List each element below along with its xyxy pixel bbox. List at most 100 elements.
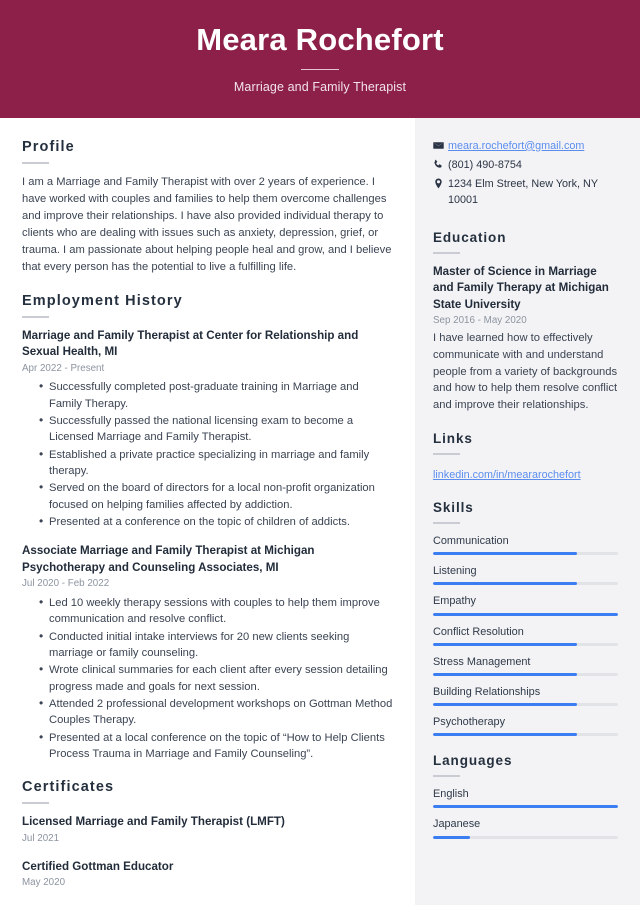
language-label: Japanese [433, 818, 481, 831]
skill-label: Empathy [433, 595, 476, 608]
employment-bullet-list: Successfully completed post-graduate tra… [22, 378, 393, 531]
skill-level-fill [433, 552, 578, 556]
skill-level-track [433, 642, 618, 646]
main-column: Profile I am a Marriage and Family Thera… [0, 117, 415, 905]
skills-heading-divider [433, 522, 460, 524]
certificate-entry: Certified Gottman Educator May 2020 [22, 859, 393, 890]
skill-level-fill [433, 642, 578, 646]
contact-phone-text: (801) 490-8754 [448, 158, 522, 171]
list-item: Wrote clinical summaries for each client… [39, 661, 393, 695]
contact-address-row: 1234 Elm Street, New York, NY 10001 [433, 177, 618, 208]
skill-level-track [433, 582, 618, 586]
certificate-date: Jul 2021 [22, 832, 60, 844]
skill-level-fill [433, 612, 618, 616]
skill-label: Listening [433, 565, 477, 578]
language-level-track [433, 835, 618, 839]
employment-job-title: Marriage and Family Therapist at Center … [22, 328, 359, 359]
envelope-icon [433, 140, 448, 151]
resume-document: Meara Rochefort Marriage and Family Ther… [0, 0, 640, 905]
education-heading: Education [433, 229, 507, 245]
list-item: Successfully completed post-graduate tra… [39, 378, 393, 412]
skill-level-track [433, 672, 618, 676]
phone-icon [433, 159, 448, 170]
section-education: Education Master of Science in Marriage … [433, 230, 618, 414]
skill-level-fill [433, 582, 578, 586]
language-label: English [433, 788, 469, 801]
education-degree-title: Master of Science in Marriage and Family… [433, 264, 609, 311]
section-languages: Languages English Japanese [433, 753, 618, 839]
certificate-title: Licensed Marriage and Family Therapist (… [22, 815, 285, 829]
skill-item: Psychotherapy [433, 715, 618, 737]
skill-label: Psychotherapy [433, 716, 506, 729]
resume-header: Meara Rochefort Marriage and Family Ther… [0, 0, 640, 118]
contact-block: meara.rochefort@gmail.com (801) 490-8754… [433, 139, 618, 208]
skills-heading: Skills [433, 500, 474, 515]
email-link[interactable]: meara.rochefort@gmail.com [448, 140, 584, 152]
employment-bullet-list: Led 10 weekly therapy sessions with coup… [22, 594, 393, 762]
skill-label: Conflict Resolution [433, 625, 524, 638]
skill-item: Stress Management [433, 655, 618, 676]
list-item: Established a private practice specializ… [39, 446, 393, 480]
sidebar-column: meara.rochefort@gmail.com (801) 490-8754… [415, 117, 640, 905]
candidate-job-title: Marriage and Family Therapist [233, 79, 407, 94]
employment-heading: Employment History [22, 292, 183, 309]
skill-item: Listening [433, 564, 618, 586]
certificates-heading: Certificates [22, 779, 115, 796]
links-heading-divider [433, 453, 460, 455]
employment-entry: Marriage and Family Therapist at Center … [22, 328, 393, 531]
skill-item: Communication [433, 534, 618, 556]
skill-label: Building Relationships [433, 685, 541, 698]
profile-heading-divider [22, 161, 49, 164]
skill-label: Stress Management [433, 655, 531, 668]
profile-text: I am a Marriage and Family Therapist wit… [22, 175, 392, 273]
list-item: Successfully passed the national licensi… [39, 412, 393, 446]
skill-level-track [433, 612, 618, 616]
section-links: Links linkedin.com/in/meararochefort [433, 431, 618, 483]
skill-item: Building Relationships [433, 685, 618, 707]
skill-level-track [433, 703, 618, 707]
link-list: linkedin.com/in/meararochefort [433, 465, 618, 483]
employment-job-title: Associate Marriage and Family Therapist … [22, 544, 315, 574]
language-item: English [433, 787, 618, 809]
links-heading: Links [433, 431, 473, 446]
education-description: I have learned how to effectively commun… [433, 332, 618, 412]
employment-job-date: Jul 2020 - Feb 2022 [22, 578, 110, 590]
skill-label: Communication [433, 535, 509, 547]
header-divider [301, 68, 339, 70]
list-item: Served on the board of directors for a l… [39, 479, 393, 513]
languages-heading: Languages [433, 753, 513, 769]
section-profile: Profile I am a Marriage and Family Thera… [22, 139, 393, 276]
skill-level-fill [433, 733, 578, 737]
skill-level-fill [433, 672, 578, 676]
list-item: Presented at a conference on the topic o… [39, 513, 393, 531]
language-level-track [433, 805, 618, 809]
certificate-date: May 2020 [22, 877, 66, 889]
list-item: Conducted initial intake interviews for … [39, 628, 393, 662]
languages-heading-divider [433, 775, 460, 778]
list-item: Attended 2 professional development work… [39, 695, 393, 729]
employment-heading-divider [22, 315, 49, 318]
language-level-fill [433, 835, 470, 839]
language-item: Japanese [433, 817, 618, 839]
linkedin-link[interactable]: linkedin.com/in/meararochefort [433, 469, 581, 481]
resume-body: Profile I am a Marriage and Family Thera… [0, 117, 640, 905]
education-heading-divider [433, 251, 460, 254]
section-certificates: Certificates Licensed Marriage and Famil… [22, 779, 393, 889]
contact-phone-row: (801) 490-8754 [433, 158, 618, 173]
contact-address-text: 1234 Elm Street, New York, NY 10001 [448, 178, 598, 206]
education-entry: Master of Science in Marriage and Family… [433, 264, 618, 414]
skill-level-track [433, 552, 618, 556]
certificate-title: Certified Gottman Educator [22, 859, 174, 873]
certificate-entry: Licensed Marriage and Family Therapist (… [22, 814, 393, 845]
candidate-name: Meara Rochefort [196, 22, 444, 57]
contact-email-text: meara.rochefort@gmail.com [448, 139, 618, 154]
skill-level-track [433, 733, 618, 737]
skill-item: Empathy [433, 594, 618, 616]
section-skills: Skills Communication Listening Empathy C… [433, 500, 618, 737]
skill-level-fill [433, 703, 578, 707]
list-item: Led 10 weekly therapy sessions with coup… [39, 594, 393, 628]
profile-heading: Profile [22, 138, 75, 155]
contact-email-row[interactable]: meara.rochefort@gmail.com [433, 139, 618, 154]
section-employment-history: Employment History Marriage and Family T… [22, 293, 393, 763]
location-pin-icon [433, 178, 448, 189]
